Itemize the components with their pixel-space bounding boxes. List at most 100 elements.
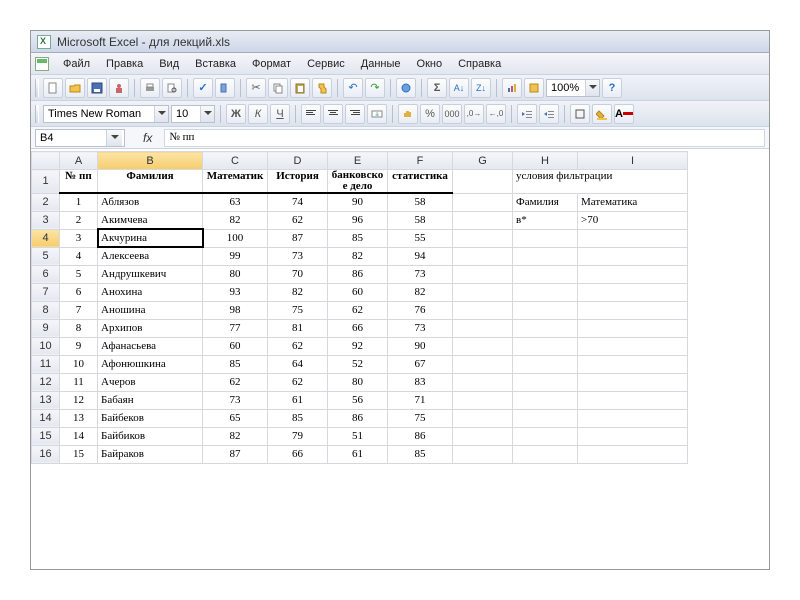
column-header-G[interactable]: G — [453, 152, 513, 170]
cell-C3[interactable]: 82 — [203, 211, 268, 229]
cell-D9[interactable]: 81 — [268, 319, 328, 337]
cell-E12[interactable]: 80 — [328, 373, 388, 391]
menu-data[interactable]: Данные — [353, 56, 409, 72]
cell-D6[interactable]: 70 — [268, 265, 328, 283]
cell-D16[interactable]: 66 — [268, 445, 328, 463]
cell-B1[interactable]: Фамилия — [98, 170, 203, 194]
cell-G13[interactable] — [453, 391, 513, 409]
cell-A5[interactable]: 4 — [60, 247, 98, 265]
menu-edit[interactable]: Правка — [98, 56, 151, 72]
cell-B6[interactable]: Андрушкевич — [98, 265, 203, 283]
increase-decimal-icon[interactable]: ,0→ — [464, 104, 484, 124]
row-header-5[interactable]: 5 — [32, 247, 60, 265]
cell-C16[interactable]: 87 — [203, 445, 268, 463]
column-header-F[interactable]: F — [388, 152, 453, 170]
percent-icon[interactable]: % — [420, 104, 440, 124]
cell-A11[interactable]: 10 — [60, 355, 98, 373]
cell-E10[interactable]: 92 — [328, 337, 388, 355]
cell-B9[interactable]: Архипов — [98, 319, 203, 337]
print-icon[interactable] — [140, 78, 160, 98]
row-header-11[interactable]: 11 — [32, 355, 60, 373]
cell-C7[interactable]: 93 — [203, 283, 268, 301]
row-header-3[interactable]: 3 — [32, 211, 60, 229]
cell-G12[interactable] — [453, 373, 513, 391]
cut-icon[interactable]: ✂ — [246, 78, 266, 98]
cell-H9[interactable] — [513, 319, 578, 337]
cell-A12[interactable]: 11 — [60, 373, 98, 391]
font-name-input[interactable] — [44, 106, 154, 122]
cell-A8[interactable]: 7 — [60, 301, 98, 319]
copy-icon[interactable] — [268, 78, 288, 98]
chart-icon[interactable] — [502, 78, 522, 98]
select-all[interactable] — [32, 152, 60, 170]
cell-B7[interactable]: Анохина — [98, 283, 203, 301]
cell-I6[interactable] — [578, 265, 688, 283]
cell-E14[interactable]: 86 — [328, 409, 388, 427]
font-name-combo[interactable] — [43, 105, 169, 123]
hyperlink-icon[interactable] — [396, 78, 416, 98]
cell-I8[interactable] — [578, 301, 688, 319]
cell-D2[interactable]: 74 — [268, 193, 328, 211]
cell-G8[interactable] — [453, 301, 513, 319]
cell-G2[interactable] — [453, 193, 513, 211]
cell-H3[interactable]: в* — [513, 211, 578, 229]
cell-F5[interactable]: 94 — [388, 247, 453, 265]
column-header-B[interactable]: B — [98, 152, 203, 170]
cell-I4[interactable] — [578, 229, 688, 247]
cell-G3[interactable] — [453, 211, 513, 229]
cell-B11[interactable]: Афонюшкина — [98, 355, 203, 373]
column-header-C[interactable]: C — [203, 152, 268, 170]
cell-E1[interactable]: банковское дело — [328, 170, 388, 194]
cell-B5[interactable]: Алексеева — [98, 247, 203, 265]
cell-C13[interactable]: 73 — [203, 391, 268, 409]
cell-G16[interactable] — [453, 445, 513, 463]
open-icon[interactable] — [65, 78, 85, 98]
cell-H8[interactable] — [513, 301, 578, 319]
cell-I16[interactable] — [578, 445, 688, 463]
cell-A4[interactable]: 3 — [60, 229, 98, 247]
cell-H2[interactable]: Фамилия — [513, 193, 578, 211]
preview-icon[interactable] — [162, 78, 182, 98]
name-box[interactable] — [35, 129, 125, 147]
cell-E13[interactable]: 56 — [328, 391, 388, 409]
cell-F3[interactable]: 58 — [388, 211, 453, 229]
cell-H13[interactable] — [513, 391, 578, 409]
cell-A14[interactable]: 13 — [60, 409, 98, 427]
currency-icon[interactable] — [398, 104, 418, 124]
cell-C5[interactable]: 99 — [203, 247, 268, 265]
column-header-A[interactable]: A — [60, 152, 98, 170]
cell-D10[interactable]: 62 — [268, 337, 328, 355]
chevron-down-icon[interactable] — [585, 80, 599, 96]
cell-G4[interactable] — [453, 229, 513, 247]
cell-H1[interactable]: условия фильтрации — [513, 170, 688, 194]
font-size-combo[interactable] — [171, 105, 215, 123]
row-header-6[interactable]: 6 — [32, 265, 60, 283]
menu-format[interactable]: Формат — [244, 56, 299, 72]
cell-I14[interactable] — [578, 409, 688, 427]
cell-D11[interactable]: 64 — [268, 355, 328, 373]
cell-A15[interactable]: 14 — [60, 427, 98, 445]
cell-A3[interactable]: 2 — [60, 211, 98, 229]
merge-center-icon[interactable]: a — [367, 104, 387, 124]
column-header-I[interactable]: I — [578, 152, 688, 170]
increase-indent-icon[interactable] — [539, 104, 559, 124]
row-header-12[interactable]: 12 — [32, 373, 60, 391]
cell-C6[interactable]: 80 — [203, 265, 268, 283]
row-header-1[interactable]: 1 — [32, 170, 60, 194]
cell-B12[interactable]: Ачеров — [98, 373, 203, 391]
cell-C8[interactable]: 98 — [203, 301, 268, 319]
cell-C2[interactable]: 63 — [203, 193, 268, 211]
cell-A1[interactable]: № пп — [60, 170, 98, 194]
column-header-H[interactable]: H — [513, 152, 578, 170]
row-header-14[interactable]: 14 — [32, 409, 60, 427]
cell-G14[interactable] — [453, 409, 513, 427]
cell-E5[interactable]: 82 — [328, 247, 388, 265]
borders-icon[interactable] — [570, 104, 590, 124]
cell-I9[interactable] — [578, 319, 688, 337]
cell-I2[interactable]: Математика — [578, 193, 688, 211]
cell-B8[interactable]: Аношина — [98, 301, 203, 319]
cell-H6[interactable] — [513, 265, 578, 283]
cell-F2[interactable]: 58 — [388, 193, 453, 211]
italic-button[interactable]: К — [248, 104, 268, 124]
cell-I12[interactable] — [578, 373, 688, 391]
